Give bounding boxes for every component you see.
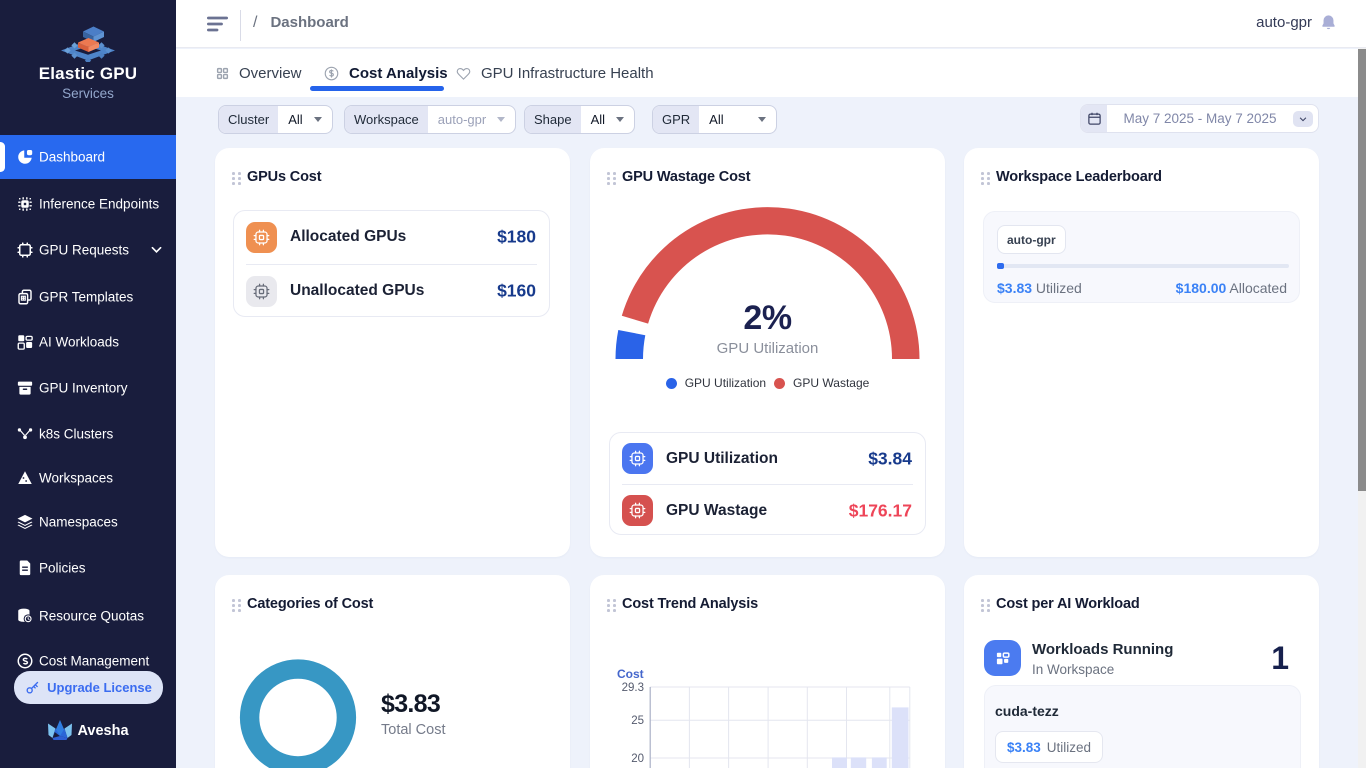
svg-text:25: 25	[631, 715, 644, 727]
svg-text:20: 20	[631, 753, 644, 765]
svg-text:29.3: 29.3	[622, 682, 644, 694]
svg-text:Cost: Cost	[617, 667, 644, 681]
